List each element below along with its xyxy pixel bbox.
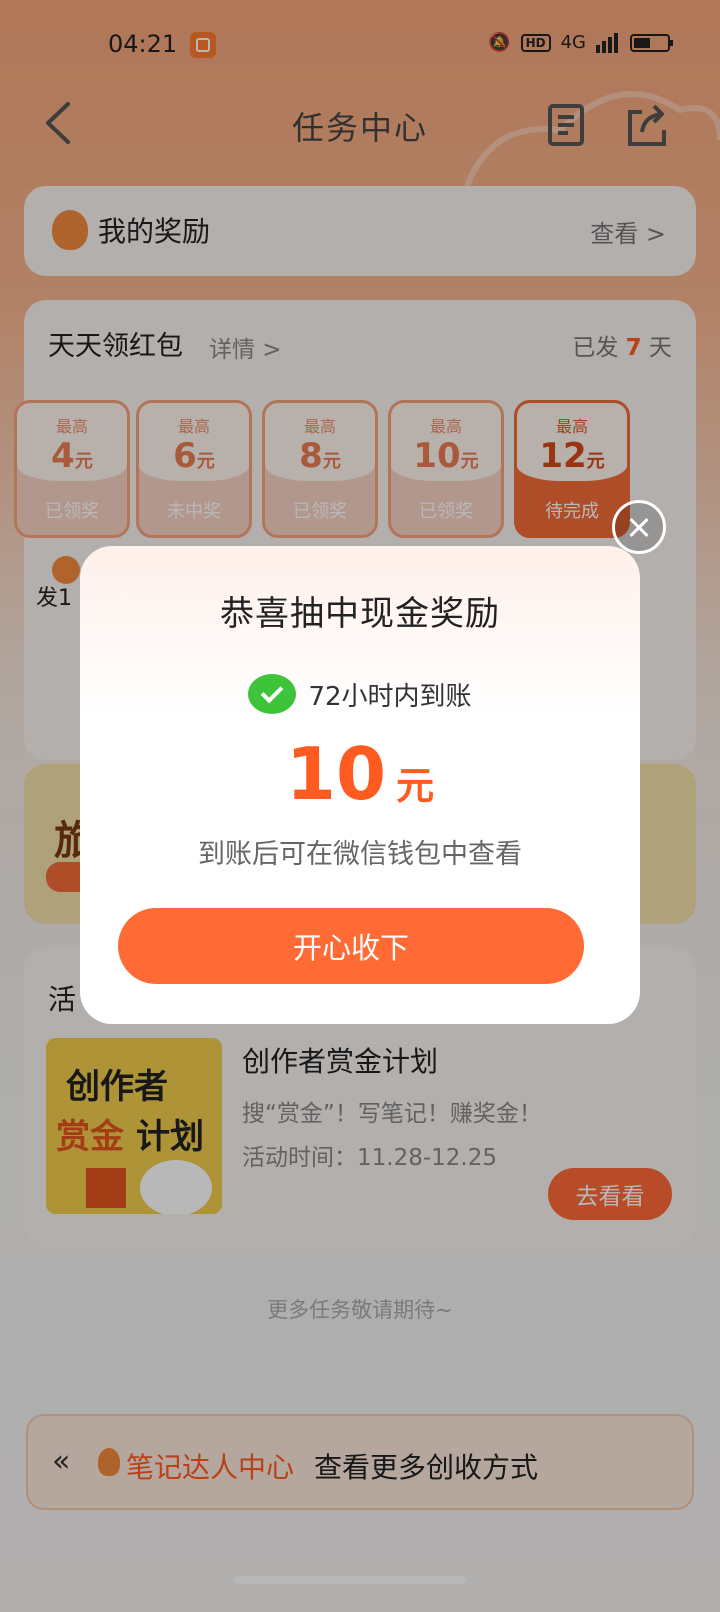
cash-reward-modal: 恭喜抽中现金奖励 72小时内到账 10 元 到账后可在微信钱包中查看 开心收下 (80, 546, 640, 1024)
wechat-icon (248, 674, 297, 714)
reward-unit: 元 (396, 764, 435, 808)
accept-reward-button[interactable]: 开心收下 (118, 908, 584, 984)
modal-note: 到账后可在微信钱包中查看 (198, 839, 522, 870)
modal-title: 恭喜抽中现金奖励 (220, 594, 500, 634)
modal-subtitle: 72小时内到账 (80, 674, 640, 714)
close-icon[interactable] (612, 500, 666, 554)
reward-number: 10 (285, 732, 387, 816)
reward-amount: 10 元 (80, 732, 640, 816)
